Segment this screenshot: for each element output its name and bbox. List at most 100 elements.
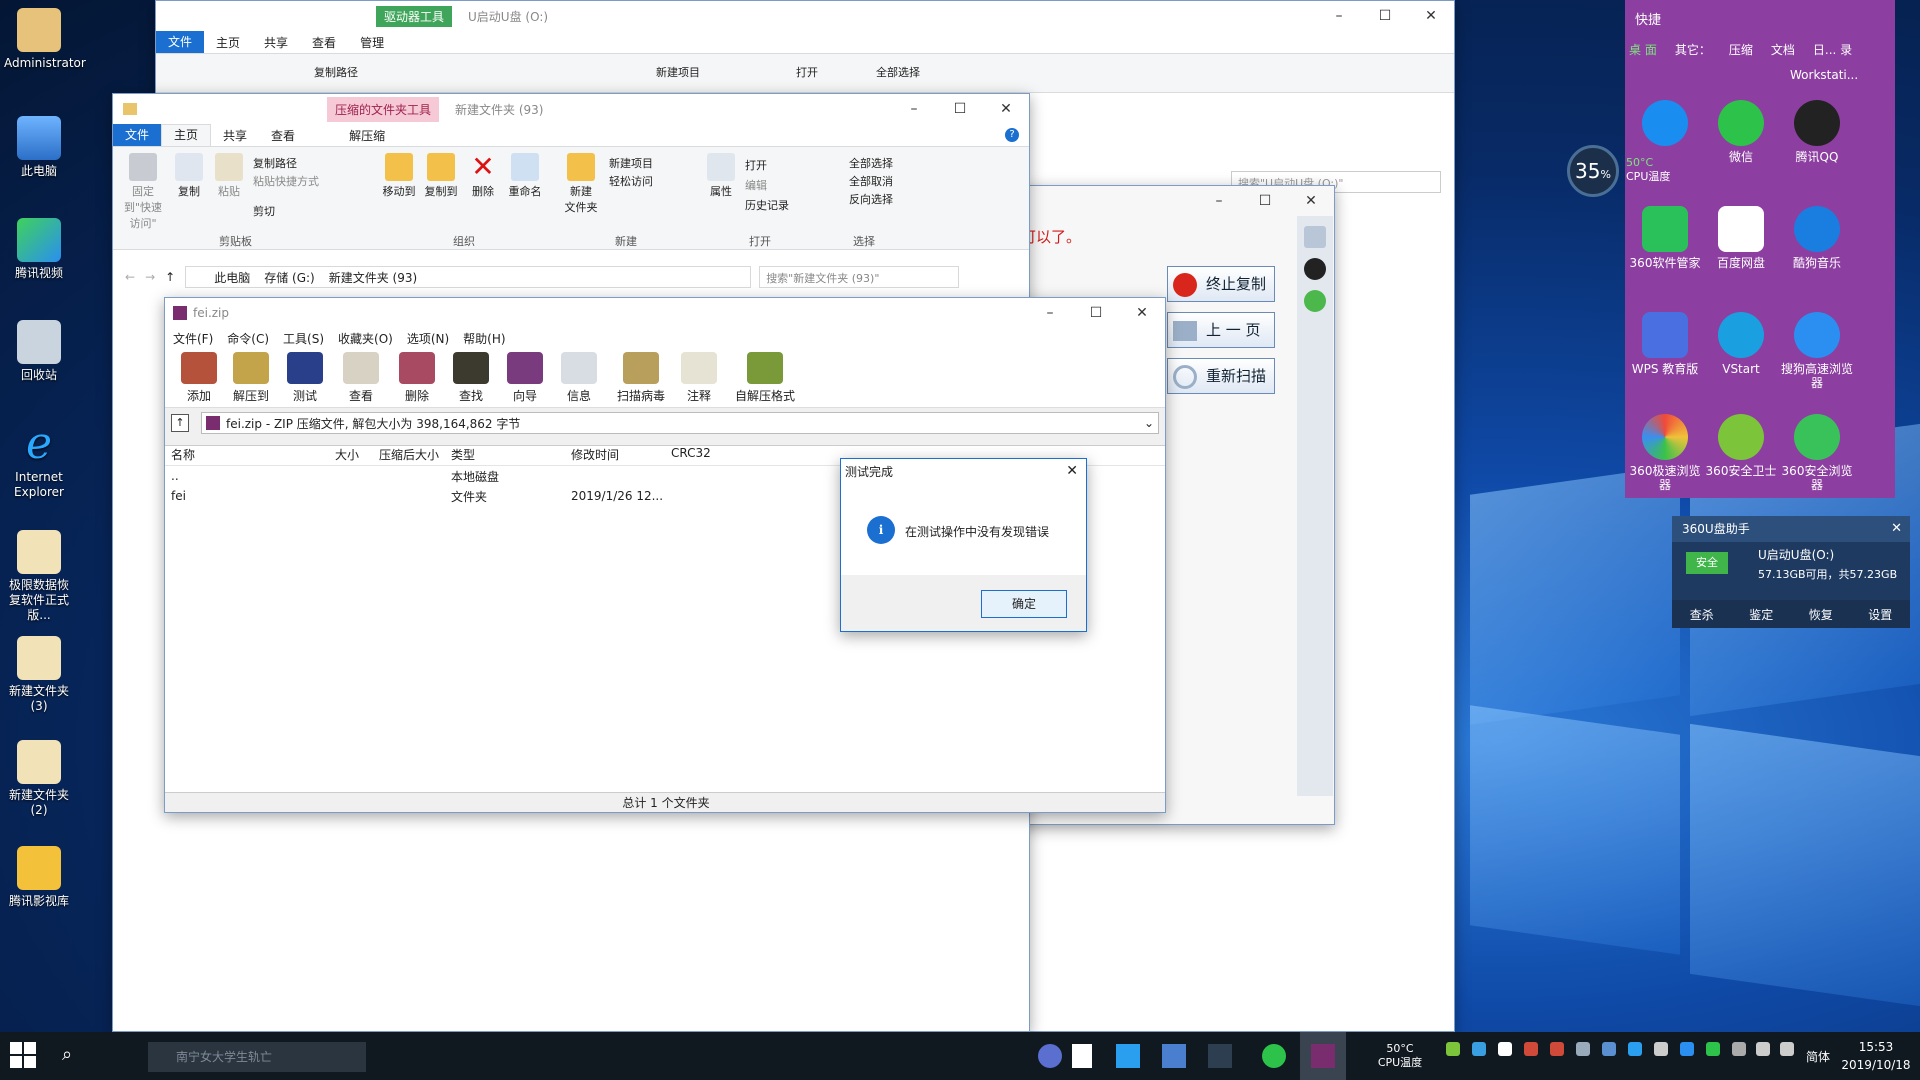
- search-input[interactable]: 搜索"新建文件夹 (93)": [759, 266, 960, 288]
- maximize-button[interactable]: ☐: [1073, 298, 1119, 328]
- back-arrow-icon[interactable]: ←: [125, 270, 135, 284]
- tab-home[interactable]: 主页: [204, 34, 252, 51]
- test-button[interactable]: 测试: [283, 352, 327, 404]
- quick-item-360-manager[interactable]: 360软件管家: [1629, 206, 1701, 270]
- taskbar-app-media[interactable]: [1200, 1032, 1240, 1080]
- invert-selection-button[interactable]: 反向选择: [849, 191, 893, 207]
- menu-options[interactable]: 选项(N): [407, 330, 449, 347]
- quick-item-360-chrome[interactable]: 360极速浏览器: [1629, 414, 1701, 492]
- col-type[interactable]: 类型: [445, 446, 565, 465]
- desktop-icon-this-pc[interactable]: 此电脑: [4, 116, 74, 179]
- breadcrumb[interactable]: 此电脑 存储 (G:) 新建文件夹 (93): [185, 266, 752, 288]
- minimize-button[interactable]: –: [891, 94, 937, 124]
- close-button[interactable]: ✕: [983, 94, 1029, 124]
- tab-docs[interactable]: 文档: [1771, 41, 1795, 58]
- move-to-button[interactable]: 移动到: [379, 153, 419, 199]
- desktop-icon-data-recovery[interactable]: 极限数据恢复软件正式版...: [4, 530, 74, 623]
- tray-app-icon[interactable]: [1576, 1042, 1590, 1056]
- stop-copy-button[interactable]: 终止复制: [1167, 266, 1275, 302]
- desktop-icon-ie[interactable]: e Internet Explorer: [4, 422, 74, 500]
- rescan-button[interactable]: 重新扫描: [1167, 358, 1275, 394]
- edit-button[interactable]: 编辑: [745, 177, 767, 193]
- tab-file[interactable]: 文件: [156, 31, 205, 53]
- scan-kill-button[interactable]: 查杀: [1690, 606, 1714, 623]
- quick-item-qq[interactable]: 腾讯QQ: [1781, 100, 1853, 164]
- close-button[interactable]: ✕: [1288, 186, 1334, 216]
- copy-to-button[interactable]: 复制到: [421, 153, 461, 199]
- taskbar-app-winrar[interactable]: [1300, 1032, 1346, 1080]
- tray-app-icon[interactable]: [1498, 1042, 1512, 1056]
- rename-button[interactable]: 重命名: [505, 153, 545, 199]
- tab-other[interactable]: 其它：: [1675, 41, 1711, 58]
- close-button[interactable]: ✕: [1119, 298, 1165, 328]
- close-icon[interactable]: ✕: [1891, 521, 1902, 536]
- pin-quick-access-button[interactable]: 固定到"快速访问": [119, 153, 167, 231]
- copy-path-button[interactable]: 复制路径: [314, 64, 358, 80]
- search-icon[interactable]: ⌕: [62, 1044, 72, 1065]
- history-button[interactable]: 历史记录: [745, 197, 789, 213]
- desktop-icon-folder-3[interactable]: 新建文件夹 (3): [4, 636, 74, 714]
- minimize-button[interactable]: –: [1027, 298, 1073, 328]
- input-method-indicator[interactable]: 简体: [1806, 1048, 1830, 1065]
- quick-item-kugou[interactable]: 酷狗音乐: [1781, 206, 1853, 270]
- quick-item-app[interactable]: [1629, 100, 1701, 150]
- select-none-button[interactable]: 全部取消: [849, 173, 893, 189]
- info-button[interactable]: 信息: [557, 352, 601, 404]
- tray-battery-icon[interactable]: [1446, 1042, 1460, 1056]
- tab-home[interactable]: 主页: [161, 124, 212, 146]
- col-modified[interactable]: 修改时间: [565, 446, 665, 465]
- desktop-icon-recycle-bin[interactable]: 回收站: [4, 320, 74, 383]
- extract-to-button[interactable]: 解压到: [229, 352, 273, 404]
- comment-button[interactable]: 注释: [677, 352, 721, 404]
- desktop-icon-administrator[interactable]: Administrator: [4, 8, 86, 71]
- menu-help[interactable]: 帮助(H): [463, 330, 505, 347]
- col-size[interactable]: 大小: [285, 446, 365, 465]
- open-button[interactable]: 打开: [745, 157, 767, 173]
- tray-app-icon[interactable]: [1524, 1042, 1538, 1056]
- desktop-icon-tencent-video[interactable]: 腾讯视频: [4, 218, 74, 281]
- tab-file[interactable]: 文件: [113, 124, 162, 146]
- quick-item-wps[interactable]: WPS 教育版: [1629, 312, 1701, 376]
- taskbar-clock[interactable]: 15:53 2019/10/18: [1836, 1038, 1916, 1074]
- archive-path-field[interactable]: fei.zip - ZIP 压缩文件, 解包大小为 398,164,862 字节…: [201, 412, 1159, 434]
- add-button[interactable]: 添加: [177, 352, 221, 404]
- new-item-button[interactable]: 新建项目: [609, 155, 653, 171]
- tab-more[interactable]: 日... 录: [1813, 41, 1852, 58]
- taskbar-app-pc[interactable]: [1154, 1032, 1194, 1080]
- minimize-button[interactable]: –: [1196, 186, 1242, 216]
- up-folder-icon[interactable]: ↑: [171, 414, 189, 432]
- tab-view[interactable]: 查看: [259, 127, 307, 144]
- start-button[interactable]: [10, 1042, 38, 1070]
- wizard-button[interactable]: 向导: [503, 352, 547, 404]
- tray-app-icon[interactable]: [1628, 1042, 1642, 1056]
- delete-button[interactable]: ✕ 删除: [465, 153, 501, 199]
- paste-button[interactable]: 粘贴: [209, 153, 249, 199]
- cpu-usage-widget[interactable]: 35%: [1567, 145, 1619, 197]
- new-folder-button[interactable]: 新建 文件夹: [561, 153, 601, 215]
- close-icon[interactable]: ✕: [1066, 463, 1078, 479]
- quick-item-sogou[interactable]: 搜狗高速浏览器: [1781, 312, 1853, 390]
- quick-item-360-safe[interactable]: 360安全卫士: [1705, 414, 1777, 478]
- taskbar-app-ie[interactable]: [1108, 1032, 1148, 1080]
- minimize-button[interactable]: –: [1316, 1, 1362, 31]
- easy-access-button[interactable]: 轻松访问: [609, 173, 653, 189]
- sfx-button[interactable]: 自解压格式: [731, 352, 799, 404]
- tray-wechat-icon[interactable]: [1706, 1042, 1720, 1056]
- chevron-down-icon[interactable]: ⌄: [1144, 416, 1154, 430]
- settings-button[interactable]: 设置: [1868, 606, 1892, 623]
- drive-tools-tab[interactable]: 驱动器工具: [376, 5, 453, 27]
- help-icon[interactable]: ?: [1005, 128, 1019, 142]
- tab-share[interactable]: 共享: [211, 127, 259, 144]
- quick-item-baidu-pan[interactable]: 百度网盘: [1705, 206, 1777, 270]
- tray-app-icon[interactable]: [1550, 1042, 1564, 1056]
- tray-app-icon[interactable]: [1472, 1042, 1486, 1056]
- breadcrumb-folder[interactable]: 新建文件夹 (93): [329, 269, 417, 286]
- identify-button[interactable]: 鉴定: [1749, 606, 1773, 623]
- delete-button[interactable]: 删除: [395, 352, 439, 404]
- col-packed[interactable]: 压缩后大小: [365, 446, 445, 465]
- tab-manage[interactable]: 管理: [348, 34, 396, 51]
- menu-favorites[interactable]: 收藏夹(O): [338, 330, 393, 347]
- paste-shortcut-button[interactable]: 粘贴快捷方式: [253, 173, 319, 189]
- taskbar-app-notepad[interactable]: [1062, 1032, 1102, 1080]
- tray-volume-icon[interactable]: [1756, 1042, 1770, 1056]
